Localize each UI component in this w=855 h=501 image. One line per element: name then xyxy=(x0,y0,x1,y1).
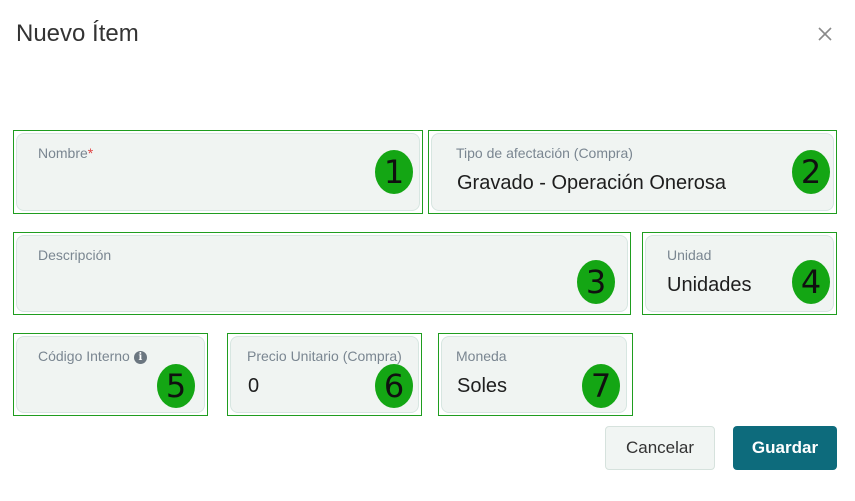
tipo-afectacion-value: Gravado - Operación Onerosa xyxy=(457,172,727,194)
precio-unitario-label: Precio Unitario (Compra) xyxy=(247,348,402,364)
save-button[interactable]: Guardar xyxy=(733,426,837,470)
moneda-value: Soles xyxy=(457,375,508,397)
annotation-badge: 1 xyxy=(375,150,413,194)
annotation-badge: 7 xyxy=(582,364,620,408)
nombre-input[interactable]: Nombre* xyxy=(16,133,420,211)
tipo-afectacion-select[interactable]: Tipo de afectación (Compra) Gravado - Op… xyxy=(431,133,834,211)
close-icon[interactable] xyxy=(815,24,835,44)
nombre-field-box: Nombre* 1 xyxy=(13,130,423,214)
unidad-label: Unidad xyxy=(667,247,712,263)
nombre-label: Nombre* xyxy=(38,145,94,161)
required-mark: * xyxy=(87,145,94,161)
annotation-badge: 5 xyxy=(157,364,195,408)
annotation-badge: 2 xyxy=(792,150,830,194)
tipo-afectacion-label: Tipo de afectación (Compra) xyxy=(456,145,633,161)
annotation-badge: 6 xyxy=(375,364,413,408)
info-icon[interactable]: i xyxy=(133,351,147,364)
precio-unitario-field-box: Precio Unitario (Compra) 0 6 xyxy=(227,333,422,416)
descripcion-label: Descripción xyxy=(38,247,112,263)
unidad-value: Unidades xyxy=(667,274,752,296)
unidad-field-box: Unidad Unidades 4 xyxy=(642,232,837,315)
tipo-afectacion-field-box: Tipo de afectación (Compra) Gravado - Op… xyxy=(428,130,837,214)
codigo-interno-label: Código Interno i xyxy=(38,348,147,364)
cancel-button[interactable]: Cancelar xyxy=(605,426,715,470)
dialog-title: Nuevo Ítem xyxy=(16,20,139,47)
annotation-badge: 4 xyxy=(792,260,830,304)
codigo-interno-field-box: Código Interno i 5 xyxy=(13,333,208,416)
moneda-label: Moneda xyxy=(456,348,507,364)
descripcion-field-box: Descripción 3 xyxy=(13,232,631,315)
moneda-field-box: Moneda Soles 7 xyxy=(438,333,633,416)
annotation-badge: 3 xyxy=(577,260,615,304)
precio-unitario-value: 0 xyxy=(248,375,260,397)
descripcion-input[interactable]: Descripción xyxy=(16,235,628,312)
